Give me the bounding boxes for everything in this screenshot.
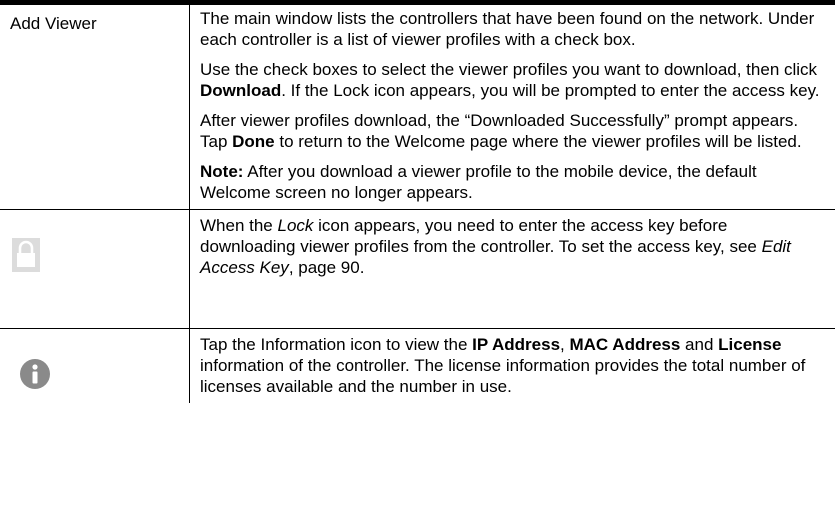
feature-label: Add Viewer <box>0 5 190 209</box>
description-paragraph: Tap the Information icon to view the IP … <box>200 335 806 396</box>
done-term: Done <box>232 132 275 151</box>
icon-cell <box>0 210 190 328</box>
info-icon <box>20 359 50 389</box>
description-paragraph: Use the check boxes to select the viewer… <box>200 60 820 100</box>
lock-icon <box>12 238 40 272</box>
table-row-information: Tap the Information icon to view the IP … <box>0 329 835 403</box>
mac-address-term: MAC Address <box>569 335 681 354</box>
table-row-lock: When the Lock icon appears, you need to … <box>0 210 835 329</box>
note-label: Note: <box>200 162 244 181</box>
table-row-add-viewer: Add Viewer The main window lists the con… <box>0 5 835 210</box>
note-paragraph: Note: After you download a viewer profil… <box>200 162 757 202</box>
icon-cell <box>0 329 190 403</box>
license-term: License <box>718 335 782 354</box>
feature-table: Add Viewer The main window lists the con… <box>0 0 835 403</box>
description-paragraph: The main window lists the controllers th… <box>200 9 815 49</box>
ip-address-term: IP Address <box>472 335 561 354</box>
info-description: Tap the Information icon to view the IP … <box>190 329 835 403</box>
lock-description: When the Lock icon appears, you need to … <box>190 210 835 328</box>
download-term: Download <box>200 81 282 100</box>
lock-term: Lock <box>277 216 314 235</box>
description-paragraph: When the Lock icon appears, you need to … <box>200 216 791 277</box>
feature-description: The main window lists the controllers th… <box>190 5 835 209</box>
description-paragraph: After viewer profiles download, the “Dow… <box>200 111 802 151</box>
